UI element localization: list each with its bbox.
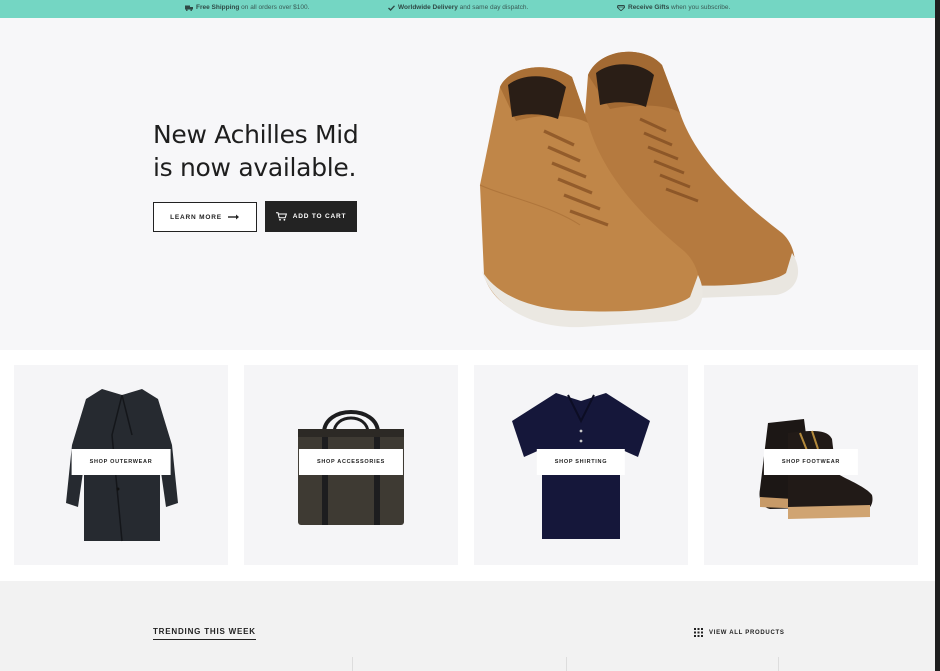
- window-edge: [935, 0, 940, 671]
- learn-more-button[interactable]: LEARN MORE: [153, 202, 257, 232]
- category-tile-outerwear[interactable]: SHOP OUTERWEAR: [14, 365, 228, 565]
- truck-icon: [185, 5, 193, 11]
- hero-title: New Achilles Mid is now available.: [153, 118, 359, 184]
- shop-accessories-link[interactable]: SHOP ACCESSORIES: [298, 449, 404, 475]
- category-label: SHOP OUTERWEAR: [89, 459, 153, 465]
- promo-bar: Free Shipping on all orders over $100. W…: [0, 0, 935, 18]
- shop-footwear-link[interactable]: SHOP FOOTWEAR: [763, 449, 859, 475]
- promo-text: on all orders over $100.: [241, 4, 310, 11]
- hero-title-line1: New Achilles Mid: [153, 120, 359, 149]
- trending-title: TRENDING THIS WEEK: [153, 627, 256, 640]
- promo-worldwide: Worldwide Delivery and same day dispatch…: [388, 4, 528, 11]
- product-divider: [778, 657, 779, 671]
- diamond-icon: [617, 4, 625, 11]
- shop-outerwear-link[interactable]: SHOP OUTERWEAR: [71, 449, 171, 475]
- shop-shirting-link[interactable]: SHOP SHIRTING: [536, 449, 626, 475]
- hero-title-line2: is now available.: [153, 153, 357, 182]
- cart-icon: [275, 212, 287, 221]
- promo-bold: Free Shipping: [196, 4, 240, 11]
- promo-text: and same day dispatch.: [459, 4, 529, 11]
- promo-free-shipping: Free Shipping on all orders over $100.: [185, 4, 309, 11]
- learn-more-label: LEARN MORE: [170, 213, 222, 221]
- promo-bold: Worldwide Delivery: [398, 4, 458, 11]
- category-tile-accessories[interactable]: SHOP ACCESSORIES: [244, 365, 458, 565]
- category-tile-shirting[interactable]: SHOP SHIRTING: [474, 365, 688, 565]
- add-to-cart-button[interactable]: ADD TO CART: [265, 201, 357, 232]
- promo-text: when you subscribe.: [671, 4, 731, 11]
- view-all-label: VIEW ALL PRODUCTS: [709, 629, 785, 636]
- promo-gifts: Receive Gifts when you subscribe.: [617, 4, 730, 11]
- trending-section: [0, 581, 935, 671]
- hero-product-image: [479, 51, 799, 328]
- product-divider: [566, 657, 567, 671]
- add-to-cart-label: ADD TO CART: [292, 213, 347, 220]
- product-divider: [352, 657, 353, 671]
- promo-bold: Receive Gifts: [628, 4, 670, 11]
- category-tile-footwear[interactable]: SHOP FOOTWEAR: [704, 365, 918, 565]
- view-all-products-link[interactable]: VIEW ALL PRODUCTS: [694, 628, 785, 637]
- category-label: SHOP FOOTWEAR: [781, 459, 841, 465]
- grid-icon: [694, 628, 703, 637]
- category-label: SHOP SHIRTING: [554, 459, 608, 465]
- arrow-right-icon: [227, 214, 239, 220]
- category-label: SHOP ACCESSORIES: [316, 459, 386, 465]
- check-icon: [388, 4, 395, 11]
